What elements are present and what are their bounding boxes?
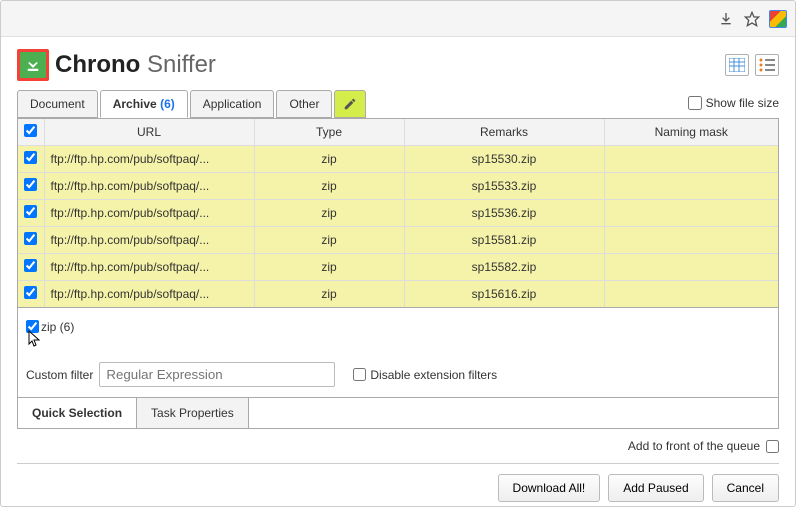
row-checkbox[interactable] xyxy=(24,178,37,191)
row-url: ftp://ftp.hp.com/pub/softpaq/... xyxy=(44,146,254,173)
download-icon[interactable] xyxy=(717,10,735,28)
disable-ext-filters[interactable]: Disable extension filters xyxy=(353,368,497,382)
tab-archive[interactable]: Archive (6) xyxy=(100,90,188,118)
file-table: URL Type Remarks Naming mask ftp://ftp.h… xyxy=(18,119,778,307)
row-checkbox[interactable] xyxy=(24,151,37,164)
table-row[interactable]: ftp://ftp.hp.com/pub/softpaq/...zipsp155… xyxy=(18,200,778,227)
disable-ext-checkbox[interactable] xyxy=(353,368,366,381)
row-remarks: sp15536.zip xyxy=(404,200,604,227)
add-front-checkbox[interactable] xyxy=(766,440,779,453)
row-checkbox[interactable] xyxy=(24,286,37,299)
show-file-size-label: Show file size xyxy=(706,96,779,110)
extension-icon[interactable] xyxy=(769,10,787,28)
row-url: ftp://ftp.hp.com/pub/softpaq/... xyxy=(44,173,254,200)
row-checkbox[interactable] xyxy=(24,232,37,245)
add-paused-button[interactable]: Add Paused xyxy=(608,474,703,502)
row-type: zip xyxy=(254,281,404,308)
tab-application[interactable]: Application xyxy=(190,90,275,118)
table-row[interactable]: ftp://ftp.hp.com/pub/softpaq/...zipsp155… xyxy=(18,227,778,254)
show-file-size[interactable]: Show file size xyxy=(688,96,779,110)
tab-task-properties[interactable]: Task Properties xyxy=(137,398,249,428)
row-remarks: sp15581.zip xyxy=(404,227,604,254)
cursor-icon xyxy=(28,330,42,348)
row-url: ftp://ftp.hp.com/pub/softpaq/... xyxy=(44,227,254,254)
row-type: zip xyxy=(254,200,404,227)
show-file-size-checkbox[interactable] xyxy=(688,96,702,110)
table-row[interactable]: ftp://ftp.hp.com/pub/softpaq/...zipsp155… xyxy=(18,146,778,173)
header-url[interactable]: URL xyxy=(44,119,254,146)
tab-document[interactable]: Document xyxy=(17,90,98,118)
header-checkbox[interactable] xyxy=(18,119,44,146)
row-type: zip xyxy=(254,227,404,254)
header-remarks[interactable]: Remarks xyxy=(404,119,604,146)
row-mask xyxy=(604,281,778,308)
row-remarks: sp15616.zip xyxy=(404,281,604,308)
row-remarks: sp15530.zip xyxy=(404,146,604,173)
tab-quick-selection[interactable]: Quick Selection xyxy=(18,398,137,428)
tab-edit[interactable] xyxy=(334,90,366,118)
row-mask xyxy=(604,227,778,254)
row-mask xyxy=(604,146,778,173)
cancel-button[interactable]: Cancel xyxy=(712,474,779,502)
table-row[interactable]: ftp://ftp.hp.com/pub/softpaq/...zipsp155… xyxy=(18,254,778,281)
table-row[interactable]: ftp://ftp.hp.com/pub/softpaq/...zipsp155… xyxy=(18,173,778,200)
browser-toolbar xyxy=(1,1,795,37)
row-type: zip xyxy=(254,146,404,173)
disable-ext-label: Disable extension filters xyxy=(370,368,497,382)
app-title: Chrono Sniffer xyxy=(55,51,216,79)
tab-other[interactable]: Other xyxy=(276,90,332,118)
row-checkbox[interactable] xyxy=(24,259,37,272)
row-mask xyxy=(604,200,778,227)
row-type: zip xyxy=(254,254,404,281)
row-checkbox[interactable] xyxy=(24,205,37,218)
grid-view-icon[interactable] xyxy=(725,54,749,76)
row-mask xyxy=(604,254,778,281)
filter-zip-label: zip (6) xyxy=(41,320,74,334)
row-url: ftp://ftp.hp.com/pub/softpaq/... xyxy=(44,200,254,227)
header-mask[interactable]: Naming mask xyxy=(604,119,778,146)
row-url: ftp://ftp.hp.com/pub/softpaq/... xyxy=(44,254,254,281)
row-url: ftp://ftp.hp.com/pub/softpaq/... xyxy=(44,281,254,308)
row-remarks: sp15533.zip xyxy=(404,173,604,200)
download-all-button[interactable]: Download All! xyxy=(498,474,601,502)
custom-filter-input[interactable] xyxy=(99,362,335,387)
star-icon[interactable] xyxy=(743,10,761,28)
custom-filter-label: Custom filter xyxy=(26,368,93,382)
table-row[interactable]: ftp://ftp.hp.com/pub/softpaq/...zipsp156… xyxy=(18,281,778,308)
header-type[interactable]: Type xyxy=(254,119,404,146)
row-type: zip xyxy=(254,173,404,200)
row-mask xyxy=(604,173,778,200)
list-view-icon[interactable] xyxy=(755,54,779,76)
add-front-label: Add to front of the queue xyxy=(628,439,760,453)
app-logo xyxy=(17,49,49,81)
row-remarks: sp15582.zip xyxy=(404,254,604,281)
